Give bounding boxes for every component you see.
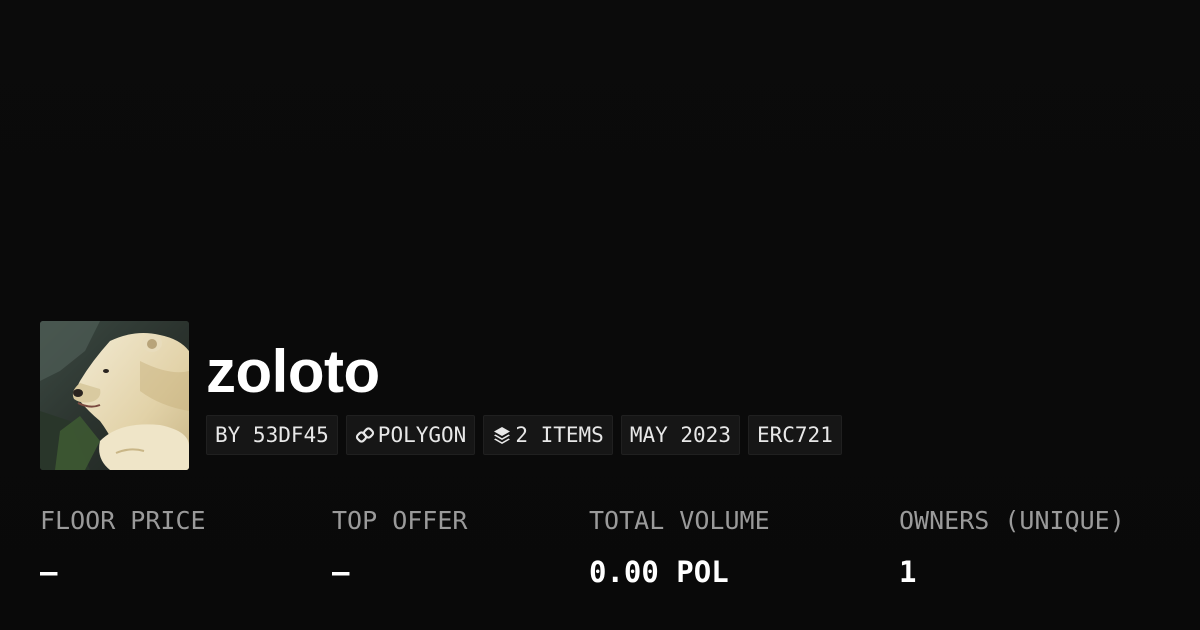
chain-tag-label: POLYGON xyxy=(377,423,467,447)
total-volume-value: 0.00 POL xyxy=(589,555,729,589)
date-tag-label: MAY 2023 xyxy=(629,423,731,447)
items-tag-label: 2 ITEMS xyxy=(515,423,604,447)
floor-price-value: – xyxy=(40,555,58,589)
collection-title: zoloto xyxy=(206,338,380,405)
collection-tags: BY 53DF45 POLYGON 2 ITEMS MAY 2023 ERC72… xyxy=(206,415,842,455)
standard-tag-label: ERC721 xyxy=(756,423,833,447)
collection-avatar-image xyxy=(40,321,189,470)
date-tag: MAY 2023 xyxy=(620,415,740,455)
chain-link-icon xyxy=(355,425,375,445)
chain-tag[interactable]: POLYGON xyxy=(345,415,476,455)
total-volume-stat: TOTAL VOLUME 0.00 POL xyxy=(589,503,770,590)
layers-icon xyxy=(492,425,512,445)
owners-label: OWNERS (UNIQUE) xyxy=(899,506,1125,535)
total-volume-label: TOTAL VOLUME xyxy=(589,506,770,535)
top-offer-value: – xyxy=(332,555,350,589)
standard-tag: ERC721 xyxy=(747,415,842,455)
owners-value: 1 xyxy=(899,555,917,589)
creator-tag-label: BY 53DF45 xyxy=(215,423,329,447)
polar-bear-image xyxy=(40,321,189,470)
floor-price-stat: FLOOR PRICE – xyxy=(40,503,206,590)
top-offer-label: TOP OFFER xyxy=(332,506,468,535)
owners-stat: OWNERS (UNIQUE) 1 xyxy=(899,503,1125,590)
collection-card: zoloto BY 53DF45 POLYGON 2 ITEMS MAY 202… xyxy=(0,0,1200,630)
floor-price-label: FLOOR PRICE xyxy=(40,506,206,535)
creator-tag[interactable]: BY 53DF45 xyxy=(206,415,338,455)
top-offer-stat: TOP OFFER – xyxy=(332,503,467,590)
items-tag[interactable]: 2 ITEMS xyxy=(483,415,613,455)
